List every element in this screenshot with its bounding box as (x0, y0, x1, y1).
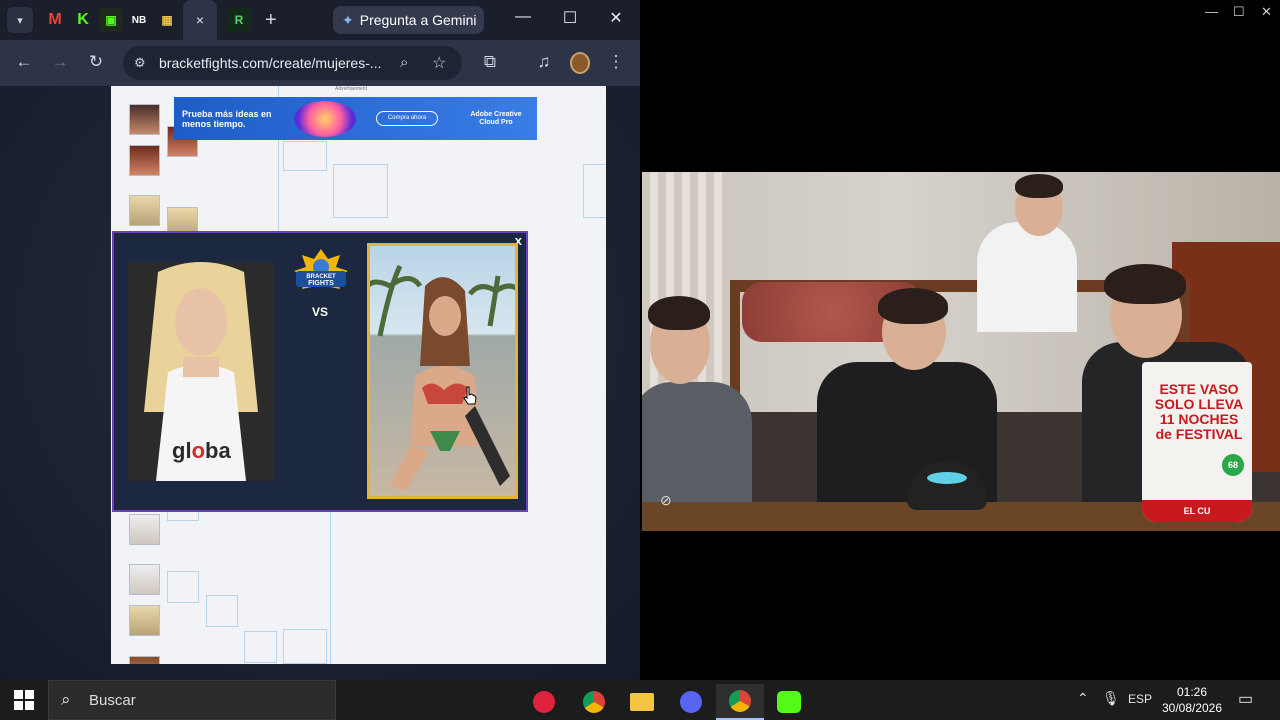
bracket-slot[interactable] (244, 631, 277, 663)
gemini-button[interactable]: ✦ Pregunta a Gemini (333, 6, 484, 34)
shirt-logo-part-c: ba (205, 438, 231, 463)
tab-strip: ▾ M K ▣ NB ▦ × R + (0, 0, 640, 40)
hand-cursor-icon (463, 386, 477, 405)
ad-artwork (294, 101, 356, 137)
close-window-button[interactable]: ✕ (604, 8, 628, 28)
webcam-festival-cup: ESTE VASO SOLO LLEVA 11 NOCHES de FESTIV… (1142, 362, 1252, 522)
kick-app-tab-icon[interactable]: ▣ (99, 8, 123, 32)
kick-app-icon[interactable] (765, 684, 813, 720)
webcam-feed: ESTE VASO SOLO LLEVA 11 NOCHES de FESTIV… (642, 172, 1280, 531)
chrome-profile-app-icon[interactable] (716, 684, 764, 720)
bracket-slot[interactable] (333, 164, 388, 218)
matchup-modal: x globa BRACKET FIGHTS VS (112, 231, 528, 512)
forward-icon[interactable]: → (49, 52, 71, 72)
chrome-window: ▾ M K ▣ NB ▦ × R + ✦ Pregunta a Gemini —… (0, 0, 640, 680)
webcam-person-hair (648, 296, 710, 330)
contestant-thumbnail[interactable] (129, 514, 160, 545)
chevron-down-icon[interactable]: ▾ (7, 7, 33, 33)
webcam-person-hair (1015, 174, 1063, 198)
cup-bottom-text: EL CU (1142, 500, 1252, 522)
cup-text: ESTE VASO SOLO LLEVA 11 NOCHES de FESTIV… (1154, 381, 1244, 442)
contestant-left-photo[interactable]: globa (128, 262, 274, 481)
ad-label: Advertisement (335, 86, 367, 92)
clock-date: 30/08/2026 (1161, 701, 1223, 715)
bracket-slot[interactable] (583, 164, 606, 218)
back-icon[interactable]: ← (13, 52, 35, 72)
bracket-fights-logo: BRACKET FIGHTS (294, 249, 348, 289)
camera-maximize-button[interactable]: ☐ (1233, 4, 1245, 20)
address-bar[interactable]: ⚙ bracketfights.com/create/mujeres-... ⌕… (123, 46, 462, 80)
r-tab-icon[interactable]: R (227, 8, 251, 32)
page-content: Advertisement Prueba más ideas en menos … (0, 86, 640, 680)
kick-tab-icon[interactable]: K (71, 8, 95, 32)
mic-off-icon[interactable]: ⊘ (660, 492, 672, 509)
url-text[interactable]: bracketfights.com/create/mujeres-... (159, 55, 382, 71)
site-info-icon[interactable]: ⚙ (134, 55, 146, 71)
windows-start-icon[interactable] (14, 690, 34, 710)
camera-minimize-button[interactable]: — (1205, 4, 1218, 19)
bracket-slot[interactable] (283, 629, 327, 664)
clock-time: 01:26 (1176, 685, 1208, 699)
zoom-icon[interactable]: ⌕ (400, 54, 408, 71)
gemini-sparkle-icon: ✦ (342, 11, 354, 28)
contestant-thumbnail[interactable] (129, 656, 160, 664)
taskbar-clock[interactable]: 01:26 30/08/2026 (1156, 684, 1228, 716)
taskbar-search-box[interactable]: ⌕ Buscar (48, 680, 336, 720)
ad-cta-button[interactable]: Compra ahora (376, 111, 438, 126)
contestant-thumbnail[interactable] (129, 605, 160, 636)
shirt-logo-part-a: gl (172, 438, 192, 463)
vs-label: VS (312, 305, 329, 319)
windows-taskbar: ⌕ Buscar ⌃ 🎙 ESP 01:26 30/08/2026 ▭ (0, 680, 1280, 720)
webcam-person (977, 222, 1077, 332)
chevron-up-icon[interactable]: ⌃ (1077, 690, 1089, 707)
discord-app-icon[interactable] (667, 684, 715, 720)
grid-tab-icon[interactable]: ▦ (155, 8, 179, 32)
contestant-right-illustration (370, 264, 515, 491)
shirt-logo-text: globa (172, 438, 231, 464)
microphone-icon[interactable]: 🎙 (1102, 690, 1120, 707)
webcam-person-hair (878, 288, 948, 324)
profile-avatar[interactable] (570, 52, 590, 74)
maximize-button[interactable]: ☐ (558, 8, 582, 28)
chrome-app-icon[interactable] (570, 684, 618, 720)
search-icon: ⌕ (61, 690, 71, 709)
minimize-button[interactable]: — (511, 8, 535, 26)
reload-icon[interactable]: ↻ (85, 52, 107, 72)
bookmark-star-icon[interactable]: ☆ (432, 53, 446, 73)
camera-close-button[interactable]: ✕ (1261, 4, 1272, 20)
menu-kebab-icon[interactable]: ⋮ (605, 52, 627, 72)
file-explorer-icon[interactable] (618, 684, 666, 720)
extensions-icon[interactable]: ⧉ (479, 52, 501, 72)
contestant-thumbnail[interactable] (129, 104, 160, 135)
gemini-label: Pregunta a Gemini (359, 12, 477, 28)
new-tab-button[interactable]: + (265, 9, 277, 32)
youtube-music-app-icon[interactable] (520, 684, 568, 720)
bracket-slot[interactable] (167, 571, 199, 603)
active-tab-close-icon[interactable]: × (183, 0, 217, 40)
webcam-person-hair (1104, 264, 1186, 304)
bracket-slot[interactable] (206, 595, 238, 627)
contestant-thumbnail[interactable] (129, 145, 160, 176)
nb-tab-icon[interactable]: NB (127, 8, 151, 32)
bracket-slot[interactable] (167, 511, 199, 521)
cup-badge: 68 (1222, 454, 1244, 476)
gmail-tab-icon[interactable]: M (43, 8, 67, 32)
bracket-line (330, 511, 331, 664)
ad-brand: Adobe Creative Cloud Pro (470, 111, 522, 126)
language-indicator[interactable]: ESP (1128, 692, 1152, 706)
browser-toolbar: ← → ↻ ⚙ bracketfights.com/create/mujeres… (0, 40, 640, 86)
logo-text-line2: FIGHTS (308, 280, 334, 287)
contestant-thumbnail[interactable] (129, 564, 160, 595)
bracket-slot[interactable] (283, 141, 327, 171)
advertisement-banner[interactable]: Prueba más ideas en menos tiempo. Compra… (174, 97, 537, 140)
notification-icon[interactable]: ▭ (1238, 689, 1253, 709)
taskbar-search-placeholder: Buscar (89, 692, 136, 709)
webcam-microphone-light (927, 472, 967, 484)
media-control-icon[interactable]: ♫ (533, 52, 555, 72)
shirt-logo-part-b: o (191, 438, 206, 463)
contestant-right-photo[interactable] (367, 243, 518, 499)
contestant-thumbnail[interactable] (129, 195, 160, 226)
desktop: ▾ M K ▣ NB ▦ × R + ✦ Pregunta a Gemini —… (0, 0, 1280, 720)
ad-headline: Prueba más ideas en menos tiempo. (182, 109, 272, 129)
